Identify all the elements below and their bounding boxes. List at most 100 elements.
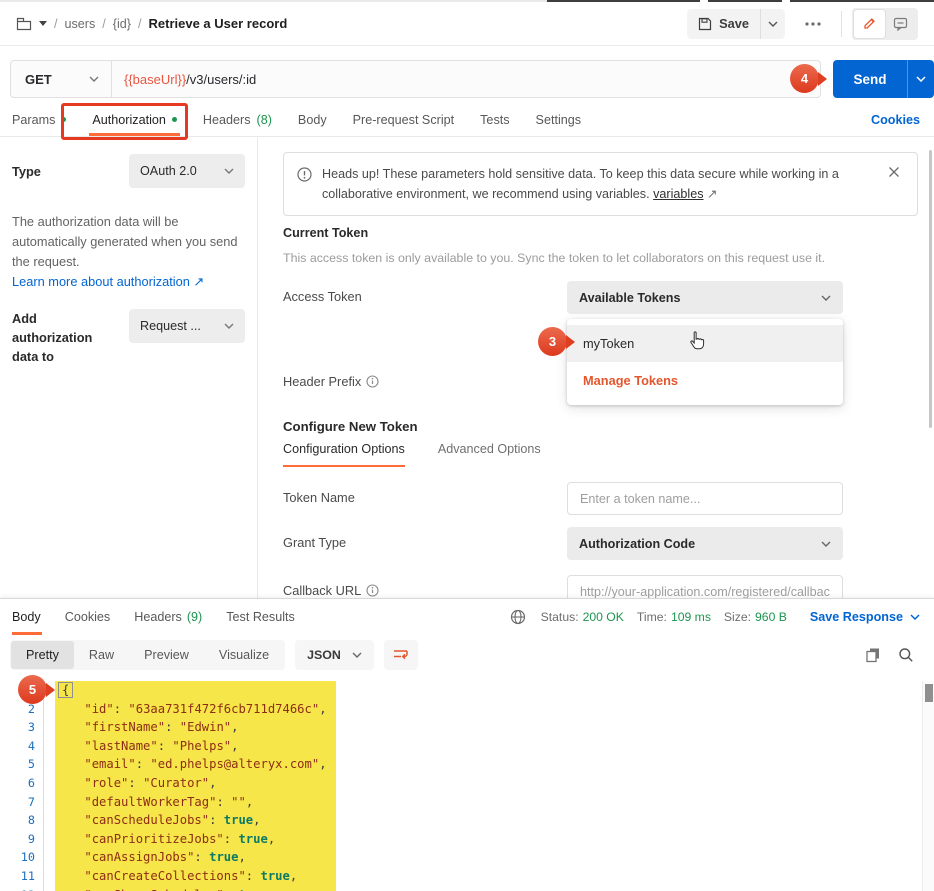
status-value: 200 OK [583,610,624,624]
tab-advanced-options[interactable]: Advanced Options [438,442,541,467]
auth-sidebar: Type OAuth 2.0 The authorization data wi… [0,138,258,598]
view-pretty[interactable]: Pretty [11,641,74,669]
response-panel: Body Cookies Headers (9) Test Results St… [0,598,934,891]
learn-more-link[interactable]: Learn more about authorization ↗ [12,272,245,292]
configure-token-tabs: Configuration Options Advanced Options [283,442,541,467]
variables-link[interactable]: variables [653,187,703,201]
response-headers-count: (9) [187,610,202,624]
info-icon [366,584,379,597]
format-select[interactable]: JSON [295,640,374,670]
code-lines: 1{2 "id": "63aa731f472f6cb711d7466c",3 "… [0,681,922,891]
add-auth-data-value: Request ... [140,319,201,333]
copy-icon[interactable] [865,647,881,663]
tab-body-label: Body [298,113,327,127]
learn-more-text: Learn more about authorization [12,274,190,289]
breadcrumb-item-id[interactable]: {id} [113,17,131,31]
save-response-button[interactable]: Save Response [810,610,920,624]
size-value: 960 B [755,610,787,624]
response-tab-cookies[interactable]: Cookies [53,599,123,635]
add-auth-data-label: Add authorization data to [12,309,118,366]
auth-type-label: Type [12,164,41,179]
token-name-placeholder: Enter a token name... [580,492,700,506]
menu-item-manage-tokens[interactable]: Manage Tokens [567,362,843,399]
authorization-editor: Type OAuth 2.0 The authorization data wi… [0,138,934,598]
auth-description: The authorization data will be automatic… [12,212,245,272]
banner-text: Heads up! These parameters hold sensitiv… [322,164,874,204]
tab-headers[interactable]: Headers(8) [190,103,285,136]
save-response-label: Save Response [810,610,903,624]
response-body-editor[interactable]: 1{2 "id": "63aa731f472f6cb711d7466c",3 "… [0,681,922,891]
warning-icon [297,164,312,204]
request-title: Retrieve a User record [149,16,288,31]
callback-url-placeholder: http://your-application.com/registered/c… [580,585,830,599]
method-value: GET [25,72,52,87]
method-select[interactable]: GET [10,60,112,98]
tab-prerequest-script[interactable]: Pre-request Script [340,103,468,136]
url-input[interactable]: {{baseUrl}}/v3/users/:id [112,60,821,98]
grant-type-value: Authorization Code [579,537,695,551]
breadcrumb-item-users[interactable]: users [65,17,96,31]
menu-item-mytoken[interactable]: myToken [567,325,843,362]
access-token-select[interactable]: Available Tokens [567,281,843,314]
close-icon[interactable] [884,164,904,204]
breadcrumb-separator: / [138,17,142,31]
globe-icon[interactable] [510,609,526,625]
code-line: 7 "defaultWorkerTag": "", [0,793,922,812]
save-options-caret[interactable] [760,9,785,39]
auth-type-value: OAuth 2.0 [140,164,197,178]
view-visualize[interactable]: Visualize [204,641,284,669]
annotation-badge-4: 4 [790,64,819,93]
external-link-icon: ↗ [193,274,204,289]
response-tab-body[interactable]: Body [10,599,53,635]
response-scrollbar-thumb[interactable] [925,684,933,702]
tab-body[interactable]: Body [285,103,340,136]
tab-tests[interactable]: Tests [467,103,522,136]
save-icon [698,17,712,31]
token-name-label: Token Name [283,490,355,505]
access-token-label: Access Token [283,289,362,304]
response-tab-headers[interactable]: Headers (9) [122,599,214,635]
add-auth-data-select[interactable]: Request ... [129,309,245,343]
annotation-box-authorization [61,103,188,140]
wrap-text-button[interactable] [384,640,418,670]
save-label: Save [719,16,749,31]
callback-url-label: Callback URL [283,583,379,598]
send-options-caret[interactable] [907,60,934,98]
code-line: 12 "canShareSchedules": true, [0,886,922,891]
code-line: 9 "canPrioritizeJobs": true, [0,830,922,849]
code-line: 2 "id": "63aa731f472f6cb711d7466c", [0,700,922,719]
size-label: Size: [724,610,751,624]
token-name-input[interactable]: Enter a token name... [567,482,843,515]
breadcrumb-caret-icon[interactable] [39,21,47,26]
response-tabs-row: Body Cookies Headers (9) Test Results St… [0,599,934,635]
save-button[interactable]: Save [687,9,760,39]
callback-url-input[interactable]: http://your-application.com/registered/c… [567,575,843,598]
response-view-toolbar: Pretty Raw Preview Visualize JSON [0,635,934,675]
code-line: 3 "firstName": "Edwin", [0,718,922,737]
save-split-button: Save [687,9,785,39]
response-tab-test-results[interactable]: Test Results [214,599,307,635]
grant-type-select[interactable]: Authorization Code [567,527,843,560]
more-actions-button[interactable] [795,9,831,39]
code-line: 4 "lastName": "Phelps", [0,737,922,756]
tab-settings[interactable]: Settings [523,103,595,136]
view-preview[interactable]: Preview [129,641,204,669]
auth-type-select[interactable]: OAuth 2.0 [129,154,245,188]
comments-button[interactable] [885,10,916,38]
code-line: 6 "role": "Curator", [0,774,922,793]
cookies-link[interactable]: Cookies [871,113,924,127]
tab-configuration-options[interactable]: Configuration Options [283,442,405,467]
auth-panel-scrollbar[interactable] [929,150,932,428]
view-raw[interactable]: Raw [74,641,129,669]
response-scrollbar[interactable] [922,681,934,891]
search-icon[interactable] [898,647,914,663]
send-button[interactable]: Send [833,60,907,98]
current-token-description: This access token is only available to y… [283,251,825,265]
edit-documentation-button[interactable] [854,10,885,38]
token-dropdown-menu: myToken Manage Tokens [567,319,843,405]
grant-type-label: Grant Type [283,535,346,550]
collection-folder-icon[interactable] [16,17,32,31]
response-meta: Status:200 OK Time:109 ms Size:960 B Sav… [510,599,920,635]
mytoken-label: myToken [583,336,634,351]
tab-params-label: Params [12,113,55,127]
